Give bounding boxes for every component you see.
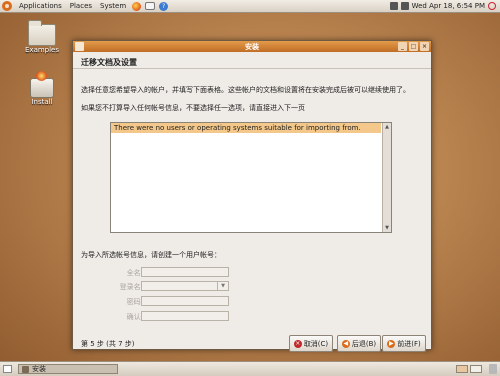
workspace-1[interactable] [456,365,468,373]
firefox-icon[interactable] [132,1,142,11]
name-label: 全名: [126,269,143,277]
forward-button[interactable]: ▶ 前进(F) [382,335,426,352]
desktop-icon-label: Examples [25,46,60,54]
description-text: 选择任意您希望导入的帐户，并填写下面表格。这些帐户的文档和设置将在安装完成后被可… [81,86,410,94]
description-text: 如果您不打算导入任何帐号信息，不要选择任一选项，请直接进入下一页 [81,104,305,112]
divider [73,68,431,69]
bottom-panel: 安装 [0,361,500,376]
window-title: 安装 [245,42,259,51]
top-panel: Applications Places System ? Wed Apr 18,… [0,0,500,13]
confirm-password-field[interactable] [141,311,229,321]
scrollbar[interactable]: ▲ ▼ [382,123,391,232]
network-icon[interactable] [389,2,398,10]
help-icon[interactable]: ? [159,1,169,11]
forward-arrow-icon: ▶ [387,339,396,348]
window-content: 迁移文档及设置 选择任意您希望导入的帐户，并填写下面表格。这些帐户的文档和设置将… [73,52,431,352]
cancel-button[interactable]: × 取消(C) [289,335,333,352]
show-desktop-icon[interactable] [3,365,12,373]
window-titlebar[interactable]: 安装 _ □ × [73,41,431,52]
ubuntu-logo-icon[interactable] [2,1,12,11]
page-title: 迁移文档及设置 [81,58,137,67]
taskbar-button-installer[interactable]: 安装 [18,364,118,374]
password-label: 密码: [126,298,143,306]
list-item[interactable]: There were no users or operating systems… [111,123,381,133]
cancel-icon: × [293,339,302,348]
scroll-up-icon[interactable]: ▲ [383,123,391,131]
desktop-icon-examples[interactable]: Examples [25,20,60,54]
assign-label: 为导入所选帐号信息，请创建一个用户帐号： [81,251,221,259]
taskbar-label: 安装 [32,365,46,373]
clock[interactable]: Wed Apr 18, 6:54 PM [412,2,485,10]
button-label: 后退(B) [351,339,377,348]
menu-system[interactable]: System [100,2,126,10]
maximize-icon[interactable]: □ [409,42,418,51]
workspace-2[interactable] [470,365,482,373]
menu-places[interactable]: Places [70,2,92,10]
back-arrow-icon: ◀ [341,339,350,348]
window-menu-icon[interactable] [75,42,84,51]
confirm-label: 确认: [126,313,143,321]
power-icon[interactable] [488,2,496,10]
mail-icon[interactable] [145,2,156,10]
login-label: 登录名: [119,283,143,291]
installer-window: 安装 _ □ × 迁移文档及设置 选择任意您希望导入的帐户，并填写下面表格。这些… [72,40,432,352]
system-tray: Wed Apr 18, 6:54 PM [389,0,496,12]
desktop-icon-label: Install [31,98,53,106]
back-button[interactable]: ◀ 后退(B) [337,335,381,352]
installer-icon [22,365,29,373]
volume-icon[interactable] [400,2,409,10]
chevron-down-icon[interactable]: ▼ [217,282,228,290]
full-name-field[interactable] [141,267,229,277]
folder-icon [28,20,56,46]
window-controls: _ □ × [398,42,429,51]
desktop-icon-install[interactable]: Install [30,71,54,106]
close-icon[interactable]: × [420,42,429,51]
trash-icon[interactable] [489,364,497,374]
install-icon [30,71,54,98]
menu-applications[interactable]: Applications [19,2,62,10]
button-label: 取消(C) [303,339,329,348]
scroll-down-icon[interactable]: ▼ [383,224,391,232]
button-label: 前进(F) [397,339,421,348]
import-list[interactable]: There were no users or operating systems… [110,122,392,233]
step-indicator: 第 5 步 (共 7 步) [81,340,135,348]
password-field[interactable] [141,296,229,306]
minimize-icon[interactable]: _ [398,42,407,51]
login-combo[interactable]: ▼ [141,281,229,291]
